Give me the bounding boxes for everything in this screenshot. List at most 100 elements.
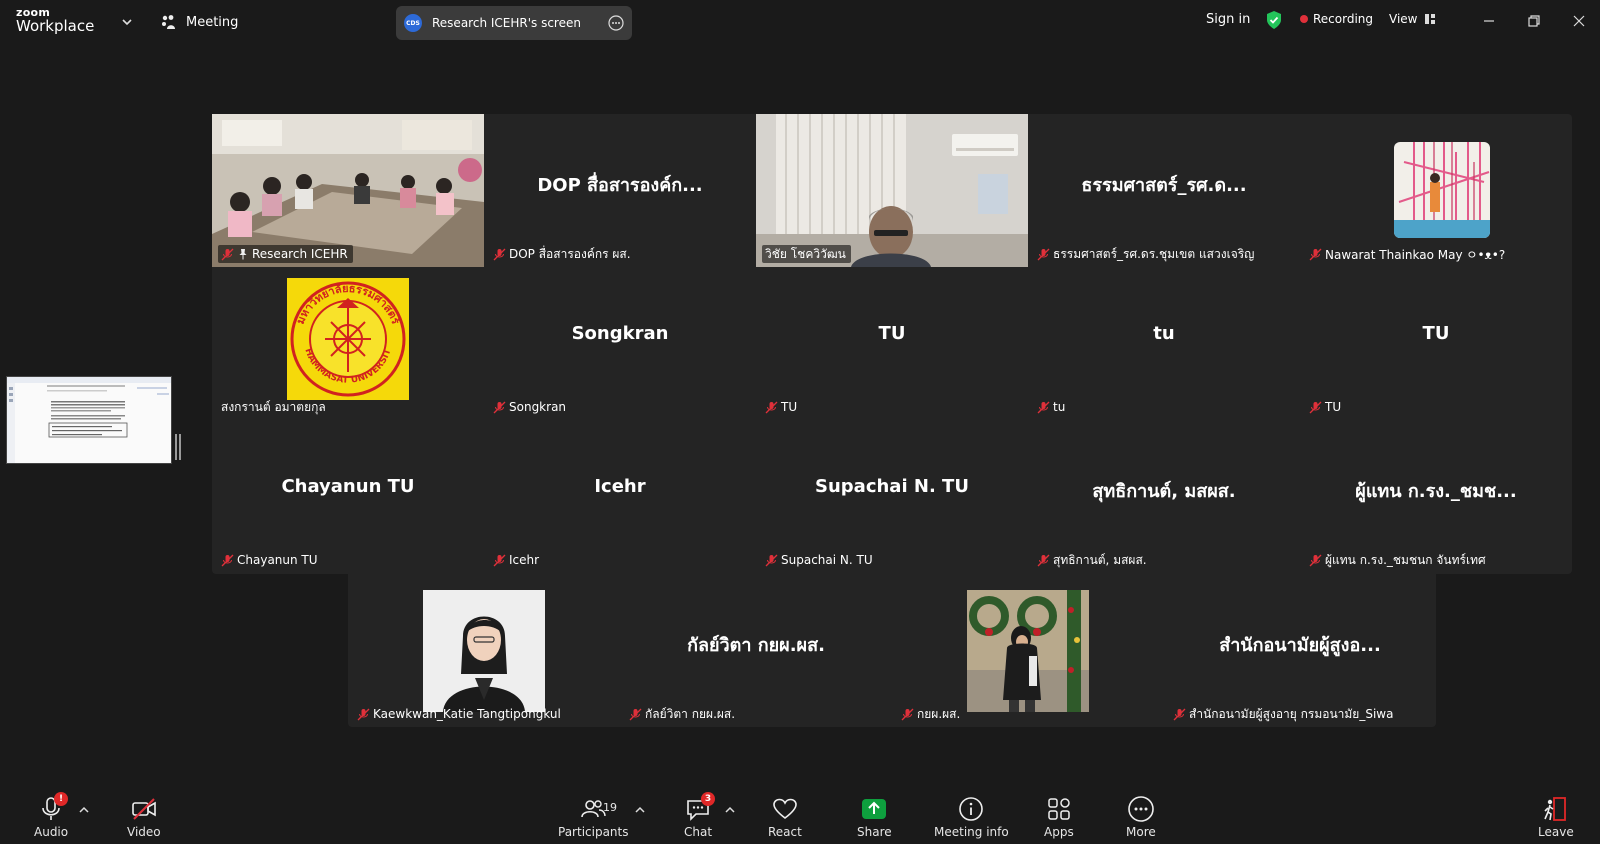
participant-name: Research ICEHR [252, 247, 348, 261]
view-button[interactable]: View [1389, 12, 1436, 26]
shared-screen-indicator[interactable]: CDS Research ICEHR's screen [396, 6, 632, 40]
participant-tile[interactable]: Songkran Songkran [484, 267, 756, 420]
participant-display-name: Chayanun TU [281, 476, 415, 497]
share-screen-button[interactable]: Share [857, 795, 892, 843]
mic-muted-icon [493, 554, 506, 566]
participant-tile[interactable]: TU TU [1300, 267, 1572, 420]
audio-options-caret-icon[interactable] [77, 803, 91, 817]
participant-tile[interactable]: DOP สื่อสารองค์ก... DOP สื่อสารองค์กร ผส… [484, 114, 756, 267]
participant-tile[interactable]: สุทธิกานต์, มสผส. สุทธิกานต์, มสผส. [1028, 420, 1300, 573]
apps-icon [1045, 795, 1073, 823]
mic-muted-icon [493, 401, 506, 413]
participant-display-name: TU [878, 323, 906, 344]
participant-caption: TU [1306, 398, 1346, 416]
leave-label: Leave [1538, 825, 1574, 839]
participant-caption: Supachai N. TU [762, 551, 878, 569]
ellipsis-icon [1127, 795, 1155, 823]
chat-button[interactable]: 3 Chat [684, 792, 716, 843]
active-speaker-tile[interactable]: วิชัย โชควิวัฒน [756, 114, 1028, 267]
participants-count: 19 [603, 801, 617, 814]
participant-display-name: TU [1422, 323, 1450, 344]
participant-caption: ผู้แทน ก.รง._ชมชนก จันทร์เทศ [1306, 551, 1491, 569]
apps-label: Apps [1044, 825, 1074, 839]
profile-picture [1394, 142, 1490, 238]
participant-tile[interactable]: Research ICEHR [212, 114, 484, 267]
pin-icon [239, 249, 247, 260]
participant-tile[interactable]: Supachai N. TU Supachai N. TU [756, 420, 1028, 573]
participant-tile[interactable]: สำนักอนามัยผู้สูงอ... สำนักอนามัยผู้สูงอ… [1164, 574, 1436, 727]
participant-tile[interactable]: tu tu [1028, 267, 1300, 420]
more-label: More [1126, 825, 1156, 839]
profile-picture [967, 590, 1089, 712]
mic-muted-icon [221, 248, 234, 260]
brand-bottom: Workplace [16, 17, 95, 35]
chat-options-caret-icon[interactable] [723, 803, 737, 817]
react-button[interactable]: React [768, 795, 802, 843]
participants-button[interactable]: Participants [558, 795, 629, 843]
mic-muted-icon [1037, 248, 1050, 260]
participant-display-name: สุทธิกานต์, มสผส. [1092, 481, 1236, 502]
shared-document-preview [7, 377, 171, 463]
meeting-menu-button[interactable]: Meeting [160, 10, 238, 34]
close-icon[interactable] [1568, 10, 1590, 32]
leave-button[interactable]: Leave [1538, 795, 1574, 843]
minimize-icon[interactable] [1478, 10, 1500, 32]
participant-tile[interactable]: Nawarat Thainkao May ㅇ•ᴥ•? [1300, 114, 1572, 267]
participant-tile[interactable]: Kaewkwan_Katie Tangtipongkul [348, 574, 620, 727]
participant-tile[interactable]: มหาวิทยาลัยธรรมศาสตร์ THAMMASAT UNIVERSI… [212, 267, 484, 420]
participant-caption: DOP สื่อสารองค์กร ผส. [490, 245, 636, 263]
panel-resize-handle[interactable] [175, 434, 181, 460]
participant-tile[interactable]: กยผ.ผส. [892, 574, 1164, 727]
participant-display-name: ผู้แทน ก.รง._ชมช... [1355, 481, 1517, 502]
meeting-toolbar: ! Audio Video Participants 19 3 Chat Rea… [0, 792, 1600, 844]
participant-tile[interactable]: Chayanun TU Chayanun TU [212, 420, 484, 573]
apps-button[interactable]: Apps [1044, 795, 1074, 843]
participant-tile[interactable]: Icehr Icehr [484, 420, 756, 573]
video-button[interactable]: Video [127, 795, 161, 843]
meeting-info-button[interactable]: Meeting info [934, 795, 1009, 843]
audio-button[interactable]: ! Audio [34, 792, 69, 843]
participant-tile[interactable]: กัลย์วิตา กยผ.ผส. กัลย์วิตา กยผ.ผส. [620, 574, 892, 727]
security-shield-icon[interactable] [1265, 10, 1283, 30]
participants-label: Participants [558, 825, 629, 839]
participant-tile[interactable]: ธรรมศาสตร์_รศ.ด... ธรรมศาสตร์_รศ.ดร.ชุมเ… [1028, 114, 1300, 267]
participant-name: ธรรมศาสตร์_รศ.ดร.ชุมเขต แสวงเจริญ [1053, 246, 1255, 261]
mic-muted-icon [1037, 401, 1050, 413]
participants-options-caret-icon[interactable] [633, 803, 647, 817]
participant-name: Songkran [509, 400, 567, 414]
mic-muted-icon [221, 554, 234, 566]
participant-display-name: กัลย์วิตา กยผ.ผส. [687, 635, 825, 656]
participant-caption: Songkran [490, 398, 571, 416]
participant-display-name: Songkran [571, 323, 669, 344]
participant-tile[interactable]: TU TU [756, 267, 1028, 420]
participant-caption: Research ICEHR [218, 245, 353, 263]
share-arrow-icon [860, 795, 888, 823]
mic-muted-icon [493, 248, 506, 260]
participant-caption: tu [1034, 398, 1070, 416]
mic-muted-icon [1037, 554, 1050, 566]
meeting-label: Meeting [186, 14, 239, 30]
shared-screen-thumbnail[interactable] [6, 376, 172, 464]
participant-name: สงกรานต์ อมาตยกุล [221, 399, 326, 414]
mic-muted-icon [1309, 401, 1322, 413]
participant-name: TU [1325, 400, 1342, 414]
more-options-icon[interactable] [608, 15, 624, 31]
recording-indicator[interactable]: Recording [1300, 12, 1373, 26]
mic-muted-icon [629, 708, 642, 720]
mic-muted-icon [1173, 708, 1186, 720]
audio-label: Audio [34, 825, 69, 839]
mic-muted-icon [1309, 554, 1322, 566]
participant-caption: Kaewkwan_Katie Tangtipongkul [354, 705, 566, 723]
participant-caption: สำนักอนามัยผู้สูงอายุ กรมอนามัย_Siwa [1170, 705, 1398, 723]
profile-picture [423, 590, 545, 712]
sign-in-link[interactable]: Sign in [1206, 12, 1250, 27]
chat-label: Chat [684, 825, 713, 839]
more-button[interactable]: More [1126, 795, 1156, 843]
chevron-down-icon[interactable] [118, 13, 136, 31]
participant-name: Kaewkwan_Katie Tangtipongkul [373, 707, 561, 721]
mic-muted-icon [357, 708, 370, 720]
restore-icon[interactable] [1523, 10, 1545, 32]
gallery-last-row: Kaewkwan_Katie Tangtipongkul กัลย์วิตา ก… [348, 574, 1436, 727]
participant-tile[interactable]: ผู้แทน ก.รง._ชมช... ผู้แทน ก.รง._ชมชนก จ… [1300, 420, 1572, 573]
participant-display-name: tu [1153, 323, 1175, 344]
